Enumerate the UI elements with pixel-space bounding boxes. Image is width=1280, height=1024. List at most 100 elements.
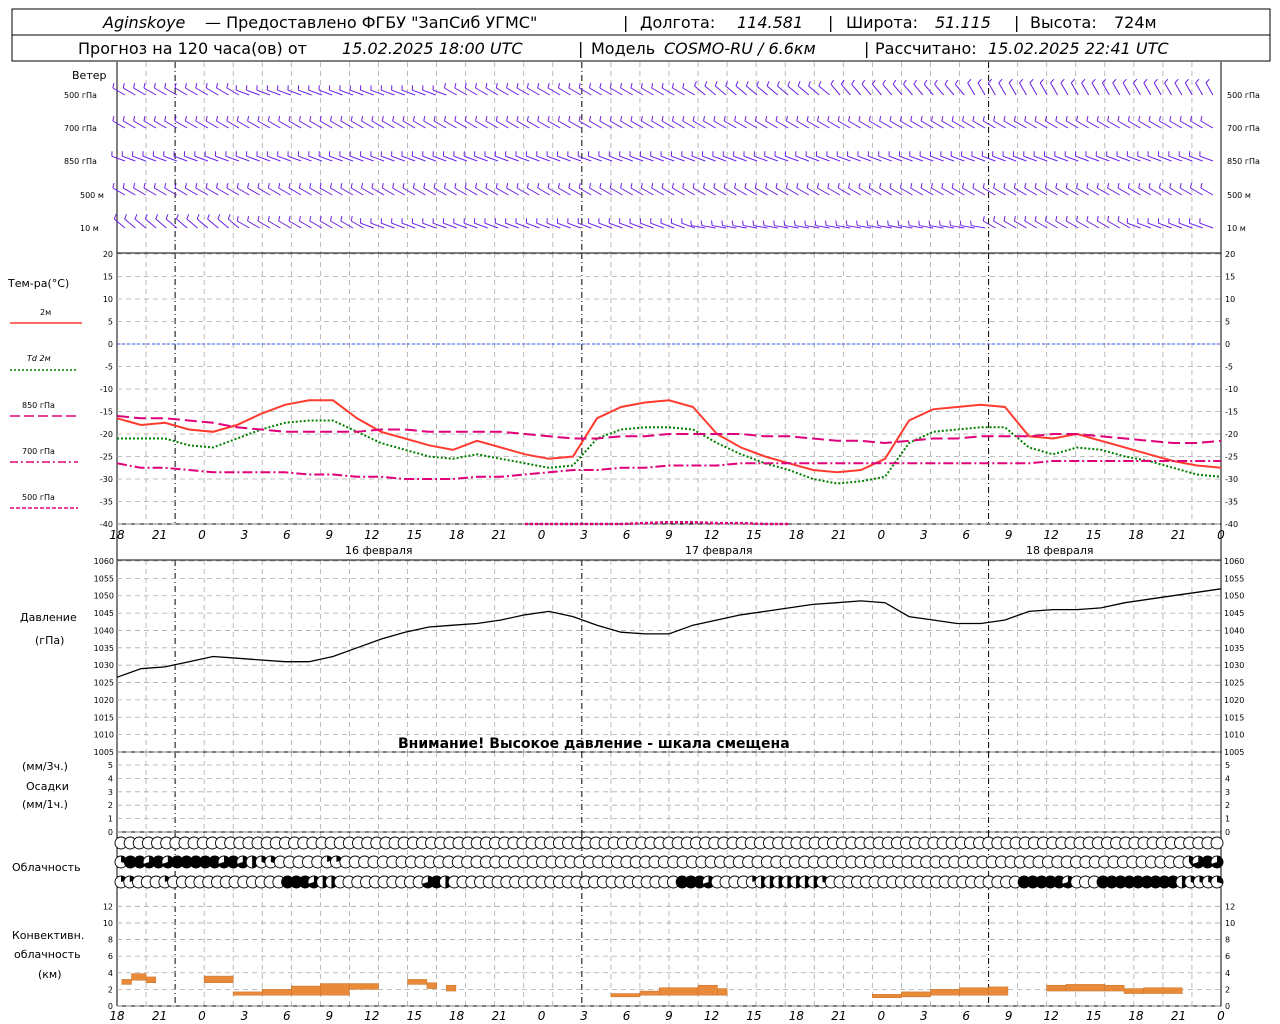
wind-barb-feather <box>982 216 985 222</box>
wind-barb-feather <box>1148 183 1151 189</box>
legend-td-label: Td 2м <box>27 354 51 363</box>
wind-barb <box>1014 187 1027 196</box>
wind-barb-feather <box>122 116 125 122</box>
x-tick-label: 12 <box>1044 1009 1059 1023</box>
wind-barb <box>589 187 602 196</box>
wind-barb <box>641 87 654 96</box>
wind-barb <box>299 187 312 196</box>
wind-barb <box>1014 220 1027 229</box>
wind-barb <box>454 187 468 196</box>
wind-barb-feather <box>776 81 780 87</box>
wind-barb-feather <box>485 83 488 89</box>
x-tick-label: 21 <box>1171 528 1186 542</box>
wind-barb <box>444 187 457 196</box>
wind-barb-feather <box>938 220 941 226</box>
wind-barb-feather <box>1086 116 1089 122</box>
wind-barb-feather <box>1019 78 1024 84</box>
wind-barb-feather <box>153 116 156 122</box>
wind-barb-feather <box>962 116 965 122</box>
wind-level-label: 500 гПа <box>1227 91 1260 100</box>
wind-barb <box>913 83 924 96</box>
convective-cloud-bar <box>1143 987 1183 994</box>
wind-barb <box>247 187 260 196</box>
wind-barb-feather <box>651 83 654 89</box>
wind-barb-feather <box>526 83 529 89</box>
wind-barb-feather <box>195 83 198 89</box>
wind-barb-feather <box>796 116 799 122</box>
wind-barb-feather <box>578 183 581 189</box>
cloud-title: Облачность <box>12 861 81 874</box>
wind-barb-feather <box>713 116 716 122</box>
x-tick-label: 0 <box>1217 528 1225 542</box>
precip-y-tick: 5 <box>108 761 113 770</box>
wind-barb-feather <box>578 83 581 89</box>
x-tick-label: 3 <box>241 1009 249 1023</box>
wind-barb-feather <box>1179 116 1182 122</box>
wind-barb-feather <box>818 81 822 87</box>
wind-barb <box>568 187 582 196</box>
wind-barb <box>661 187 675 196</box>
wind-barb-feather <box>1102 78 1107 84</box>
wind-barb-feather <box>236 183 239 189</box>
wind-barb-feather <box>329 183 333 189</box>
x-tick-label: 15 <box>407 528 422 542</box>
wind-barb-feather <box>804 220 806 226</box>
x-tick-label: 12 <box>364 528 379 542</box>
wind-barb-feather <box>892 79 897 85</box>
wind-barb <box>1065 187 1079 196</box>
wind-barb-feather <box>589 116 592 122</box>
wind-barb-feather <box>620 83 623 89</box>
x-tick-label: 21 <box>831 1009 846 1023</box>
wind-barb <box>766 85 779 96</box>
wind-barb <box>1200 120 1214 129</box>
wind-barb <box>537 187 551 196</box>
wind-barb <box>972 120 986 129</box>
x-tick-label: 12 <box>1044 528 1059 542</box>
pressure-y-tick-right: 1025 <box>1224 679 1244 688</box>
wind-barb <box>703 187 716 196</box>
wind-barb <box>609 120 623 129</box>
wind-barb-feather <box>723 116 726 122</box>
wind-barb-feather <box>227 214 231 220</box>
wind-barb-feather <box>742 220 744 226</box>
wind-barb <box>578 87 592 96</box>
wind-barb <box>216 120 229 129</box>
wind-barb-feather <box>122 83 125 89</box>
wind-barb <box>527 120 540 129</box>
wind-barb-feather <box>1158 116 1161 122</box>
x-tick-label: 6 <box>623 528 631 542</box>
pressure-y-tick-right: 1040 <box>1224 626 1244 635</box>
wind-barb <box>1107 187 1120 196</box>
wind-barb <box>392 120 406 129</box>
wind-barb-feather <box>982 183 985 189</box>
wind-barb-feather <box>1117 216 1120 222</box>
wind-barb-feather <box>1091 78 1096 84</box>
wind-barb-feather <box>578 116 581 122</box>
temp-y-tick-right: 15 <box>1225 273 1235 282</box>
wind-barb <box>620 187 633 196</box>
wind-barb <box>840 83 851 96</box>
pressure-y-tick-right: 1005 <box>1224 748 1244 757</box>
wind-barb-feather <box>897 220 900 226</box>
wind-level-label: 700 гПа <box>1227 124 1260 133</box>
wind-barb <box>195 120 209 129</box>
wind-barb-feather <box>1055 216 1058 222</box>
wind-title: Ветер <box>72 69 106 82</box>
wind-barb-feather <box>112 116 115 122</box>
wind-barb-feather <box>205 183 208 189</box>
conv-title-1: Конвективн. <box>12 929 84 942</box>
wind-barb-feather <box>899 183 902 189</box>
wind-barb-feather <box>236 216 239 222</box>
wind-barb-feather <box>454 116 457 122</box>
wind-barb-feather <box>977 78 982 84</box>
wind-barb-feather <box>1034 216 1037 222</box>
wind-barb <box>527 87 540 96</box>
wind-barb-feather <box>609 83 612 89</box>
wind-barb <box>692 120 706 129</box>
wind-barb-feather <box>133 83 136 89</box>
temp-y-tick-right: -20 <box>1225 430 1238 439</box>
x-tick-label: 9 <box>325 528 333 542</box>
wind-barb-feather <box>589 83 592 89</box>
wind-barb-feather <box>993 216 996 222</box>
wind-barb <box>589 120 602 129</box>
